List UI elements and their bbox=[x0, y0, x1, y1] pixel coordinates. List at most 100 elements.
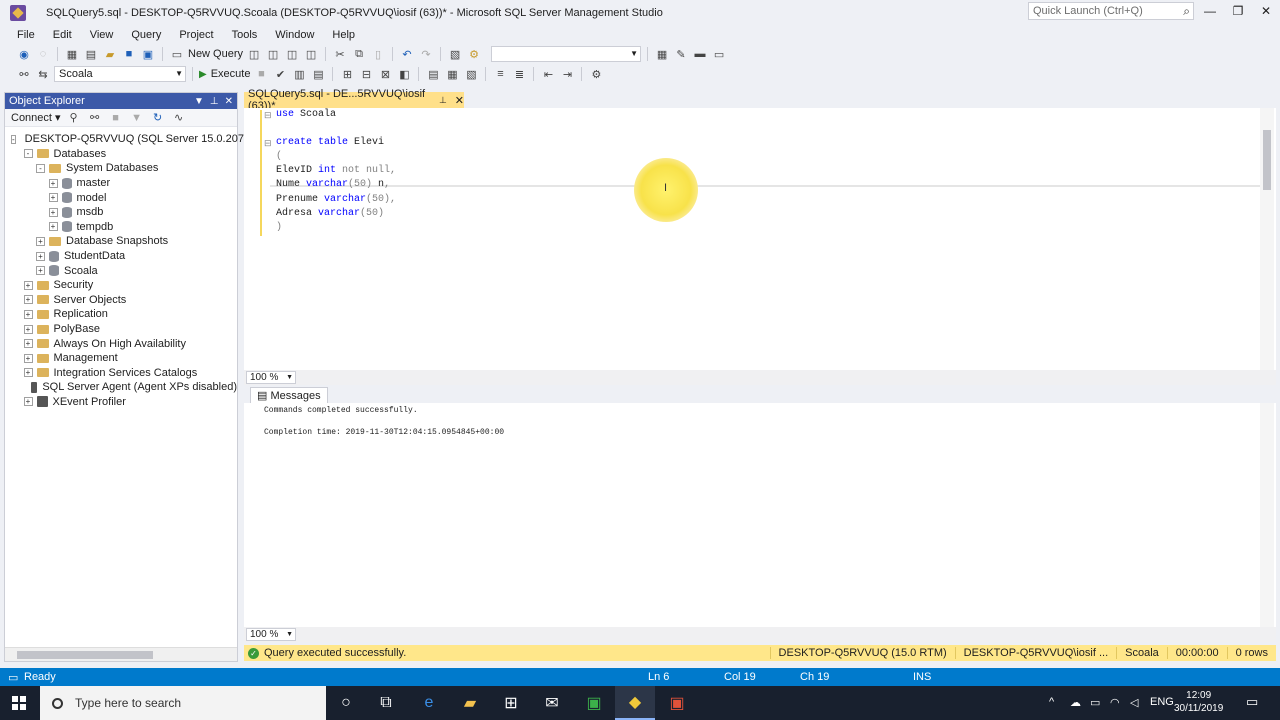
expand-icon[interactable]: + bbox=[23, 339, 33, 349]
expand-icon[interactable]: + bbox=[23, 295, 33, 305]
registered-servers-icon[interactable]: ▦ bbox=[654, 46, 670, 62]
start-button[interactable] bbox=[12, 696, 26, 710]
menu-query[interactable]: Query bbox=[122, 29, 170, 41]
tree-node[interactable]: + Management bbox=[5, 351, 237, 366]
mdx-query-icon[interactable]: ◫ bbox=[246, 46, 262, 62]
tree-node[interactable]: + msdb bbox=[5, 205, 237, 220]
collapse-icon[interactable]: - bbox=[23, 149, 33, 159]
close-tab-icon[interactable]: ✕ bbox=[455, 94, 464, 107]
results-grid-icon[interactable]: ▦ bbox=[444, 66, 460, 82]
horizontal-scrollbar[interactable] bbox=[5, 647, 237, 661]
expand-icon[interactable]: + bbox=[23, 309, 33, 319]
tree-node[interactable]: + model bbox=[5, 190, 237, 205]
recorder-icon[interactable]: ▣ bbox=[657, 686, 697, 720]
expand-icon[interactable]: + bbox=[36, 251, 45, 261]
wifi-icon[interactable]: ◠ bbox=[1110, 696, 1120, 709]
debug-icon[interactable]: ⚙ bbox=[466, 46, 482, 62]
tree-node[interactable]: + Integration Services Catalogs bbox=[5, 366, 237, 381]
notifications-icon[interactable]: ▭ bbox=[1246, 694, 1258, 710]
back-icon[interactable]: ◉ bbox=[16, 46, 32, 62]
specify-values-icon[interactable]: ⚙ bbox=[588, 66, 604, 82]
onedrive-icon[interactable]: ☁ bbox=[1070, 696, 1081, 709]
menu-window[interactable]: Window bbox=[266, 29, 323, 41]
dax-query-icon[interactable]: ◫ bbox=[303, 46, 319, 62]
tree-node[interactable]: - DESKTOP-Q5RVVUQ (SQL Server 15.0.2070.4… bbox=[5, 132, 265, 147]
stop-icon[interactable]: ■ bbox=[108, 110, 124, 126]
query-designer-icon[interactable]: ▤ bbox=[310, 66, 326, 82]
menu-edit[interactable]: Edit bbox=[44, 29, 81, 41]
cortana-icon[interactable]: ○ bbox=[326, 686, 366, 720]
tree-node[interactable]: - System Databases bbox=[5, 161, 237, 176]
uncomment-icon[interactable]: ≣ bbox=[511, 66, 527, 82]
filter-icon[interactable]: ▼ bbox=[129, 110, 145, 126]
tree-node[interactable]: + master bbox=[5, 176, 237, 191]
edge-icon[interactable]: e bbox=[409, 686, 449, 720]
tree-node[interactable]: + XEvent Profiler bbox=[5, 395, 237, 410]
activity-icon[interactable]: ∿ bbox=[171, 110, 187, 126]
new-query-button[interactable]: ▭ New Query bbox=[169, 46, 243, 62]
menu-view[interactable]: View bbox=[81, 29, 123, 41]
expand-icon[interactable]: + bbox=[48, 222, 58, 232]
results-text-icon[interactable]: ▤ bbox=[425, 66, 441, 82]
live-stats-icon[interactable]: ⊠ bbox=[377, 66, 393, 82]
copy-icon[interactable]: ⧉ bbox=[351, 46, 367, 62]
cut-icon[interactable]: ✂ bbox=[332, 46, 348, 62]
expand-icon[interactable]: + bbox=[36, 266, 45, 276]
window-layout-icon[interactable]: ▭ bbox=[711, 46, 727, 62]
expand-icon[interactable]: + bbox=[48, 207, 58, 217]
open-file-icon[interactable]: ▰ bbox=[102, 46, 118, 62]
quick-launch-input[interactable]: Quick Launch (Ctrl+Q) ⌕ bbox=[1028, 2, 1194, 20]
paste-icon[interactable]: ▯ bbox=[370, 46, 386, 62]
tree-node[interactable]: + Always On High Availability bbox=[5, 336, 237, 351]
ssms-taskbar-icon[interactable]: ◆ bbox=[615, 686, 655, 720]
tree-node[interactable]: + PolyBase bbox=[5, 322, 237, 337]
add-item-icon[interactable]: ▤ bbox=[83, 46, 99, 62]
expand-icon[interactable]: + bbox=[48, 193, 58, 203]
activity-monitor-icon[interactable]: ▧ bbox=[447, 46, 463, 62]
tree-node[interactable]: + Security bbox=[5, 278, 237, 293]
forward-icon[interactable]: ◌ bbox=[35, 46, 51, 62]
execute-button[interactable]: ▶ Execute bbox=[199, 68, 250, 80]
menu-tools[interactable]: Tools bbox=[223, 29, 267, 41]
tree-node[interactable]: + Scoala bbox=[5, 263, 237, 278]
taskbar-clock[interactable]: 12:09 30/11/2019 bbox=[1174, 689, 1223, 715]
client-stats-icon[interactable]: ◧ bbox=[396, 66, 412, 82]
taskbar-search-box[interactable]: Type here to search bbox=[40, 686, 326, 720]
expand-icon[interactable]: + bbox=[23, 280, 33, 290]
store-icon[interactable]: ⊞ bbox=[491, 686, 531, 720]
menu-file[interactable]: File bbox=[8, 29, 44, 41]
intellisense-icon[interactable]: ⊞ bbox=[339, 66, 355, 82]
network-icon[interactable]: ▭ bbox=[1090, 696, 1100, 709]
tree-node[interactable]: + Replication bbox=[5, 307, 237, 322]
refresh-icon[interactable]: ↻ bbox=[150, 110, 166, 126]
close-button[interactable]: ✕ bbox=[1256, 4, 1276, 20]
query-editor[interactable]: use Scoala create table Elevi(ElevID int … bbox=[244, 108, 1276, 370]
solution-config-dropdown[interactable]: ▼ bbox=[491, 46, 642, 62]
connect-plug-icon[interactable]: ⚲ bbox=[66, 110, 82, 126]
tab-messages[interactable]: ▤ Messages bbox=[250, 387, 328, 403]
stop-icon[interactable]: ■ bbox=[253, 66, 269, 82]
tree-node[interactable]: - Databases bbox=[5, 147, 237, 162]
collapse-region-icon[interactable]: ⊟ bbox=[264, 110, 272, 121]
mail-icon[interactable]: ✉ bbox=[532, 686, 572, 720]
menu-project[interactable]: Project bbox=[170, 29, 222, 41]
toolbox-icon[interactable]: ▬ bbox=[692, 46, 708, 62]
expand-icon[interactable]: + bbox=[36, 236, 45, 246]
decrease-indent-icon[interactable]: ⇤ bbox=[540, 66, 556, 82]
camtasia-icon[interactable]: ▣ bbox=[574, 686, 614, 720]
minimize-button[interactable]: — bbox=[1200, 4, 1220, 20]
undo-icon[interactable]: ↶ bbox=[399, 46, 415, 62]
language-indicator[interactable]: ENG bbox=[1150, 696, 1174, 708]
tree-node[interactable]: SQL Server Agent (Agent XPs disabled) bbox=[5, 380, 237, 395]
parse-check-icon[interactable]: ✔ bbox=[272, 66, 288, 82]
messages-zoom-dropdown[interactable]: 100 % ▼ bbox=[246, 628, 296, 641]
editor-zoom-dropdown[interactable]: 100 % ▼ bbox=[246, 371, 296, 384]
results-file-icon[interactable]: ▧ bbox=[463, 66, 479, 82]
xmla-query-icon[interactable]: ◫ bbox=[284, 46, 300, 62]
connect-dropdown[interactable]: Connect ▾ bbox=[11, 111, 61, 124]
expand-icon[interactable]: + bbox=[23, 397, 33, 407]
redo-icon[interactable]: ↷ bbox=[418, 46, 434, 62]
tray-expand-icon[interactable]: ^ bbox=[1049, 696, 1054, 708]
expand-icon[interactable]: + bbox=[23, 368, 33, 378]
increase-indent-icon[interactable]: ⇥ bbox=[559, 66, 575, 82]
